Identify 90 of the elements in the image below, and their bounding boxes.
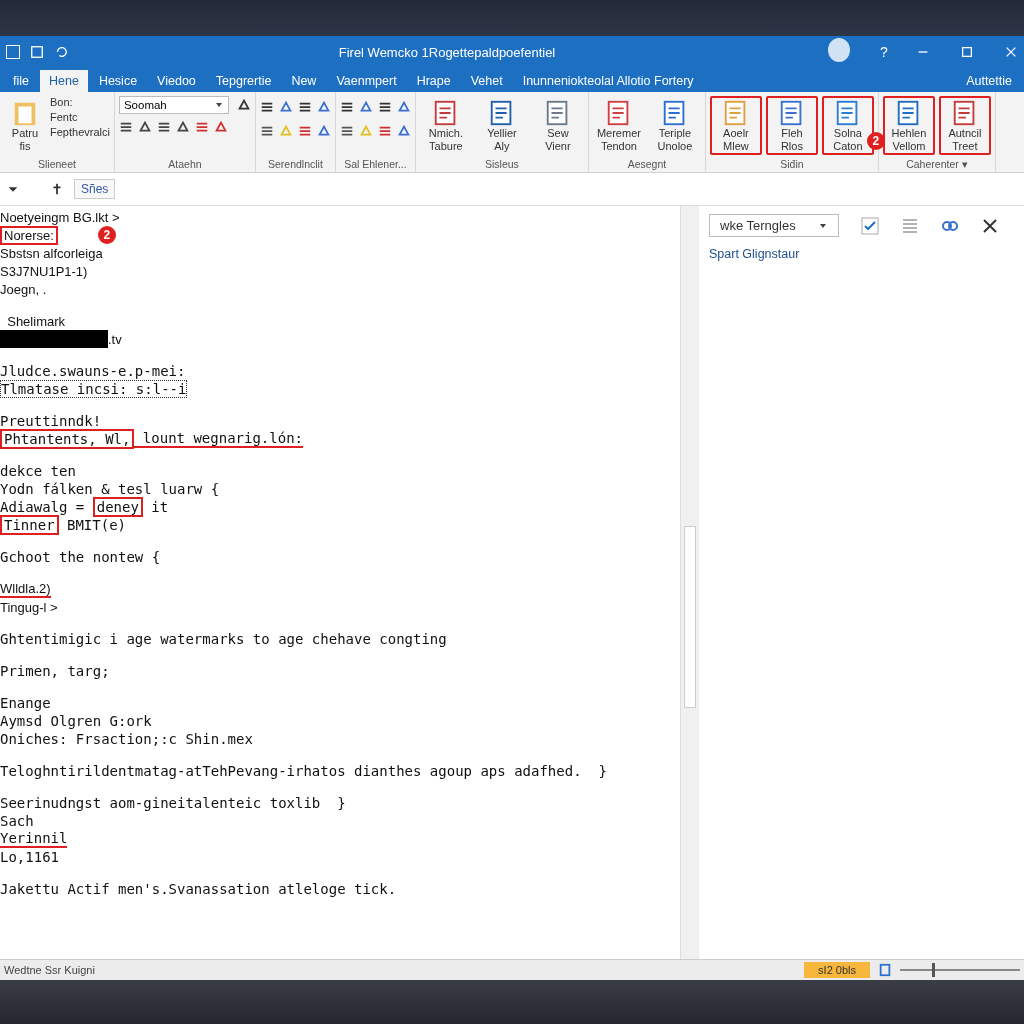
scrollbar[interactable] [680,206,699,959]
group-label: Slieneet [37,158,77,170]
ribbon-button[interactable]: Hehlen Vellom [882,96,935,156]
window-title: Firel Wemcko 1Rogettepaldpoefentiel [337,44,557,60]
document-line: Gchoot the nontew { [0,548,161,566]
ribbon-button[interactable]: Nmich. Tabure [419,96,472,156]
ribbon-tab[interactable]: Tepgrertie [206,70,281,92]
document-line: Jludce.swauns-e.p-mei: [0,362,186,380]
clipboard-item[interactable]: Fentc [50,111,110,123]
callout-badge: 2 [97,226,116,244]
document-line: Sbstsn alfcorleiga [0,244,103,262]
clipboard-item[interactable]: Fepthevralci [50,126,110,138]
format-icon[interactable] [259,124,274,138]
pane-item[interactable]: Spart Glignstaur [709,247,1014,261]
document-line: Oniches: Frsaction;:c Shin.mex [0,730,253,748]
ribbon-tab[interactable]: Vaenmpert [327,70,406,92]
ribbon-tab[interactable]: file [4,70,38,92]
document-line: Enange [0,694,51,712]
app-logo-icon[interactable] [6,45,20,59]
ribbon-button[interactable]: Sew Vienr [531,96,584,156]
ribbon-tab[interactable]: Inunneniokteolal Allotio Fortery [513,70,703,92]
callout-badge: 2 [866,132,885,150]
group-label: Ataehn [167,158,203,170]
ribbon-tab[interactable]: Viedoo [148,70,205,92]
document-line: Shelimark [6,312,66,330]
document-line: Seerinudngst aom-gineitalenteic toxlib } [0,794,346,812]
ribbon-button[interactable]: Aoelr Mlew [709,96,762,156]
format-icon[interactable] [259,100,274,114]
document-line: .tv [0,330,122,348]
group-label: Siđin [779,158,805,170]
undo-icon[interactable] [54,45,68,59]
ribbon-button[interactable]: Meremer Tendon [592,96,645,156]
document-line: Ghtentimigic i age watermarks to age chehave congting [0,630,447,648]
style-dropdown[interactable]: wke Terngles [709,214,839,237]
document-line: Adiawalg = deney it [0,498,169,516]
document-line: Tinner BMIT(e) [0,516,126,534]
document-line: Jakettu Actif men's.Svanassation atleloge tick. [0,880,397,898]
document-line: Teloghntirildentmatag-atTehPevang-irhatos dianthes agoup aps adafhed. } [0,762,607,780]
format-icon[interactable] [236,98,251,112]
format-icon[interactable] [137,120,152,134]
document-line: Sach [0,812,34,830]
user-name[interactable]: Auttettie [954,70,1024,92]
ribbon-tab[interactable]: Hrape [407,70,460,92]
font-dropdown[interactable]: Soomah [118,96,229,114]
document-line: Primen, targ; [0,662,110,680]
format-icon[interactable] [156,120,171,134]
document-line: Phtantents, Wl, lount wegnarig.lón: [0,430,303,448]
document-line: Preuttinndk! [0,412,102,430]
document-line: Yerinnil [0,830,68,848]
group-label: Aesegnt [626,158,668,170]
checkbox[interactable] [861,216,879,235]
paste-button[interactable]: Patru fis [4,96,46,156]
document-line: Wlldla.2) [0,580,51,598]
save-icon[interactable] [30,45,44,59]
format-icon[interactable] [118,120,133,134]
status-badge: sI2 0bls [804,962,870,978]
ribbon-tab[interactable]: Hesice [89,70,147,92]
close-icon[interactable] [981,216,999,235]
format-icon[interactable] [339,100,354,114]
ribbon-button[interactable]: Fleh Rlos [765,96,818,156]
group-label: Sisleus [484,158,520,170]
document-line: Norerse: 2 [0,226,116,244]
format-icon[interactable] [175,120,190,134]
group-label: Serendlnclit [267,158,324,170]
document-line: S3J7NU1P1-1) [0,262,88,280]
ribbon-tab[interactable]: New [282,70,326,92]
document-line: Tingug-l > [0,598,58,616]
document-line: Yodn fálken & tesl luarw { [0,480,220,498]
help-button[interactable]: ? [862,44,906,60]
group-label: Sal Ehlener... [343,158,408,170]
toolbar-button[interactable]: Sñes [74,179,116,199]
document-line: dekce ten [0,462,76,480]
maximize-icon[interactable] [960,45,974,59]
layout-icon[interactable] [878,963,892,977]
document-line: Lo,1161 [0,848,59,866]
document-line: Joegn, . [0,280,47,298]
clipboard-item[interactable]: Bon: [50,96,110,108]
status-text: Wedtne Ssr Kuigni [4,964,95,976]
ribbon-tab[interactable]: Hene [40,70,88,92]
group-label: Caherenter ▾ [905,158,969,170]
ribbon-button[interactable]: Solna Caton [821,96,874,156]
document-line: Aymsd Olgren G:ork [0,712,152,730]
ribbon-button[interactable]: Autncil Treet [938,96,991,156]
format-icon[interactable] [297,100,312,114]
ribbon-button[interactable]: Teriple Unoloe [648,96,701,156]
format-icon[interactable] [339,124,354,138]
ribbon-tab[interactable]: Vehet [461,70,512,92]
ribbon-button[interactable]: Yellier Aly [475,96,528,156]
document-line: Noetyeingm BG.lkt > [0,208,120,226]
format-icon[interactable] [377,100,392,114]
